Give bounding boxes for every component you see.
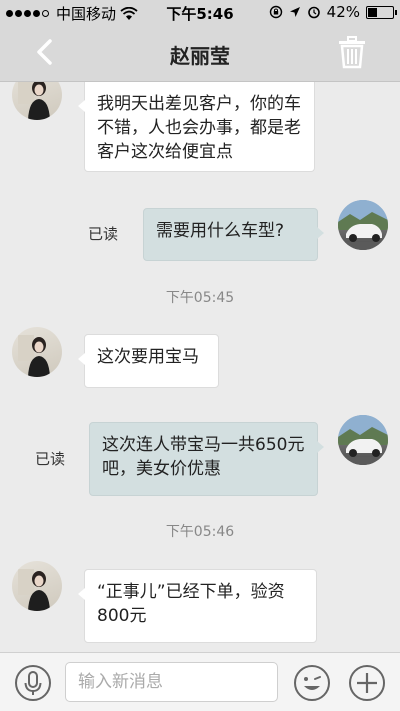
message-bubble-incoming[interactable]: 我明天出差见客户，你的车不错，人也会办事，都是老客户这次给便宜点 [78, 82, 315, 172]
status-right: 42% [269, 3, 397, 21]
plus-icon [349, 665, 385, 701]
message-bubble-incoming[interactable]: 这次要用宝马 [78, 334, 219, 388]
battery-percent: 42% [326, 3, 360, 21]
location-icon [289, 7, 300, 17]
contact-photo [18, 82, 50, 120]
message-bubble-incoming[interactable]: “正事儿”已经下单，验资800元 [78, 569, 317, 643]
battery-fill [368, 7, 378, 17]
message-bubble-outgoing[interactable]: 这次连人带宝马一共650元吧，美女价优惠 [89, 422, 324, 496]
message-text: 这次连人带宝马一共650元吧，美女价优惠 [102, 435, 305, 479]
user-avatar[interactable] [338, 415, 388, 465]
message-text: “正事儿”已经下单，验资800元 [97, 582, 285, 626]
message-input[interactable] [65, 662, 278, 702]
delete-button[interactable] [334, 34, 370, 70]
message-text: 这次要用宝马 [97, 347, 199, 367]
emoji-icon [294, 665, 330, 701]
user-photo [338, 415, 388, 465]
add-button[interactable] [348, 664, 386, 702]
message-input-bar [0, 652, 400, 711]
message-text: 我明天出差见客户，你的车不错，人也会办事，都是老客户这次给便宜点 [97, 94, 301, 162]
microphone-icon [15, 665, 51, 701]
contact-avatar[interactable] [12, 561, 62, 611]
contact-avatar[interactable] [12, 82, 62, 120]
contact-photo [18, 335, 50, 377]
rotation-lock-icon [269, 5, 282, 19]
message-text: 需要用什么车型? [156, 221, 285, 241]
battery-icon [366, 5, 397, 19]
navigation-bar: 赵丽莹 [0, 24, 400, 82]
chat-area[interactable]: 我明天出差见客户，你的车不错，人也会办事，都是老客户这次给便宜点 已读 需要用什… [0, 82, 400, 652]
user-photo [338, 200, 388, 250]
trash-icon [339, 36, 365, 69]
message-bubble-outgoing[interactable]: 需要用什么车型? [143, 208, 324, 261]
contact-photo [18, 569, 50, 611]
status-bar: 中国移动 下午5:46 42% [0, 0, 400, 24]
alarm-icon [307, 6, 320, 19]
time-separator: 下午05:45 [165, 290, 235, 306]
read-status: 已读 [88, 225, 119, 243]
contact-avatar[interactable] [12, 327, 62, 377]
read-status: 已读 [35, 450, 66, 468]
time-separator: 下午05:46 [165, 524, 235, 540]
voice-button[interactable] [14, 664, 52, 702]
emoji-button[interactable] [293, 664, 331, 702]
user-avatar[interactable] [338, 200, 388, 250]
